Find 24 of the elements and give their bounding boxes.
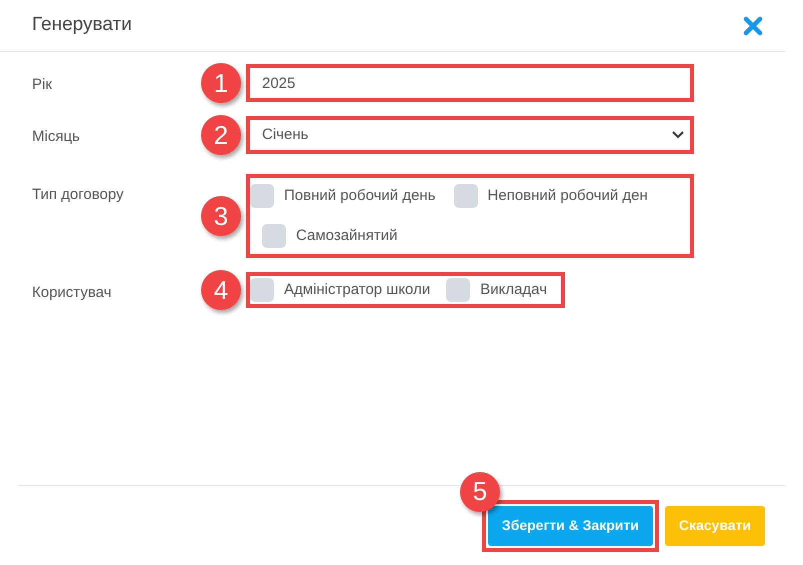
checkbox[interactable]: [446, 278, 470, 302]
callout-number: 5: [460, 472, 500, 512]
callout-number: 2: [201, 115, 241, 155]
callout-number: 4: [201, 270, 241, 310]
checkbox-option[interactable]: Викладач: [446, 278, 548, 302]
dialog-title: Генерувати: [32, 13, 132, 38]
checkbox[interactable]: [454, 184, 478, 208]
callout-number: 1: [201, 63, 241, 103]
checkbox-option[interactable]: Самозайнятий: [262, 224, 398, 248]
field-label: Користувач: [32, 283, 112, 303]
callout-number: 3: [201, 196, 241, 236]
checkbox[interactable]: [250, 184, 274, 208]
month-select[interactable]: Січень: [246, 116, 694, 154]
close-icon[interactable]: [743, 16, 763, 36]
field-label: Тип договору: [32, 185, 124, 205]
checkbox-option[interactable]: Адміністратор школи: [250, 278, 430, 302]
checkbox-option[interactable]: Неповний робочий ден: [454, 184, 648, 208]
year-input[interactable]: 2025: [246, 64, 694, 102]
checkbox[interactable]: [250, 278, 274, 302]
field-label: Рік: [32, 75, 52, 95]
checkbox[interactable]: [262, 224, 286, 248]
checkbox-option[interactable]: Повний робочий день: [250, 184, 436, 208]
chevron-down-icon: [672, 131, 684, 139]
field-label: Місяць: [32, 127, 80, 147]
